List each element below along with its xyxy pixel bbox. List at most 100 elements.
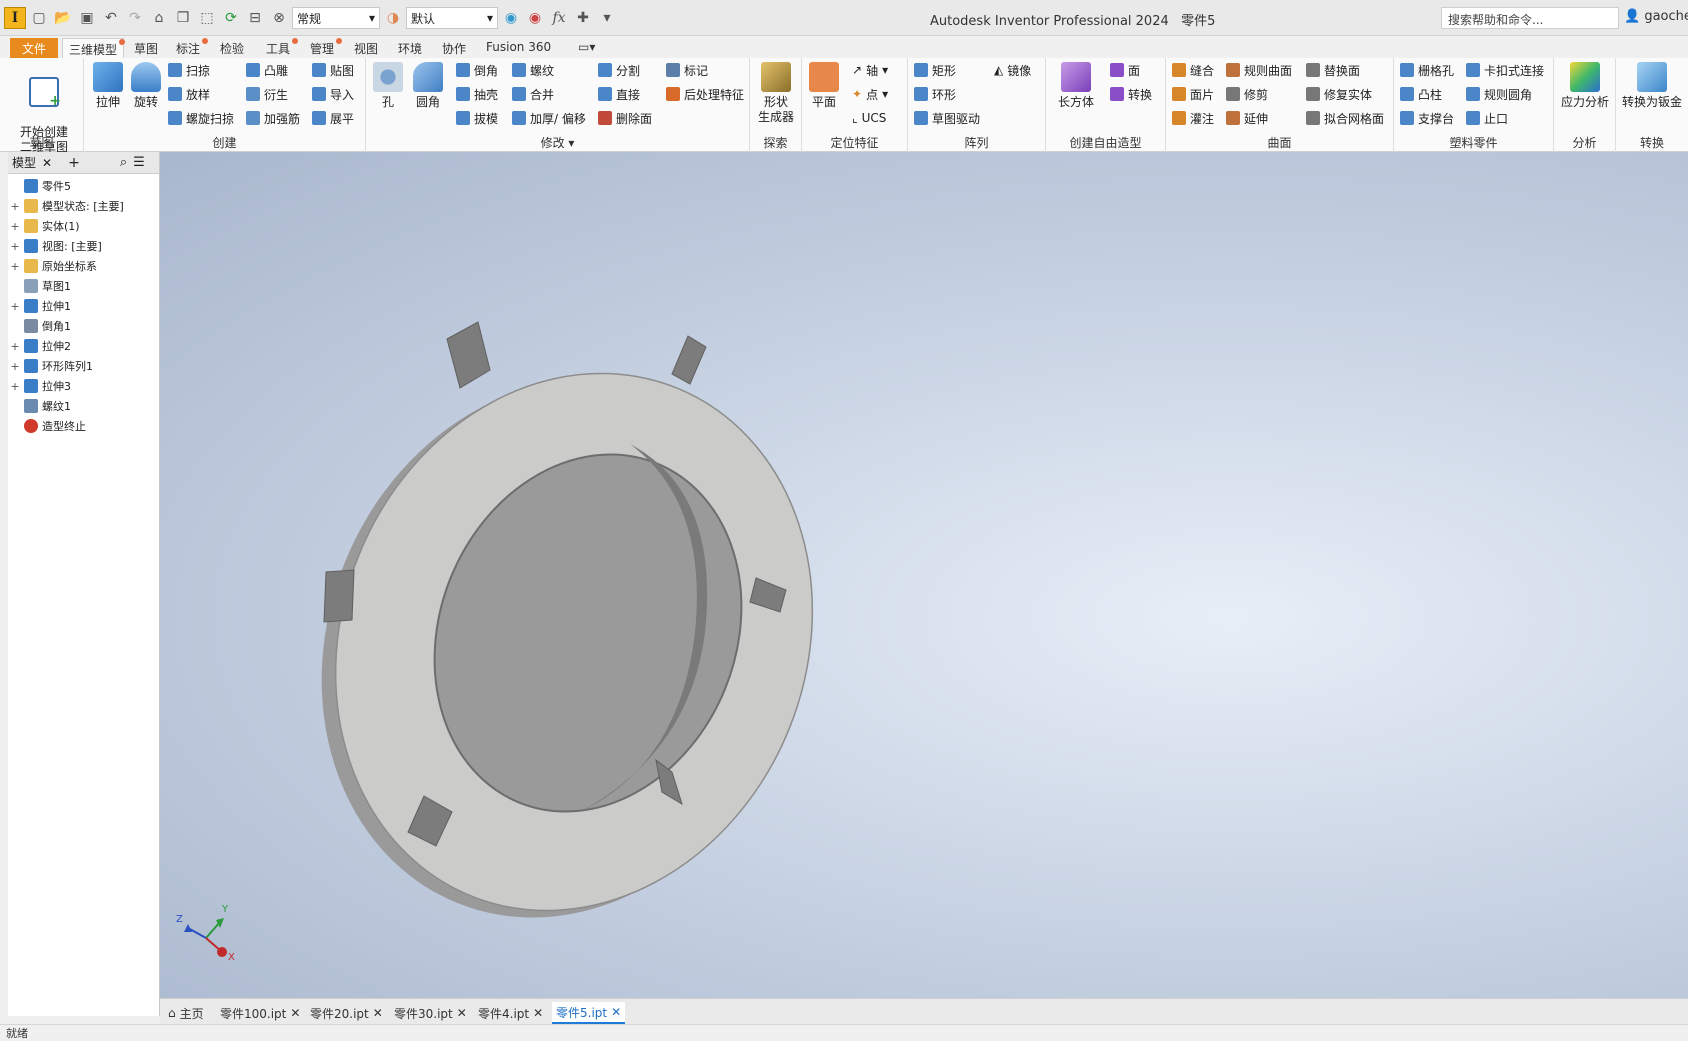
home-tab[interactable]: ⌂ 主页 [164, 1002, 208, 1024]
expand-toggle-icon[interactable]: + [10, 300, 20, 313]
freeform-face-button[interactable]: 面 [1110, 60, 1140, 80]
tab-file[interactable]: 文件 [10, 38, 59, 58]
stress-analysis-button[interactable]: 应力分析 [1556, 62, 1614, 110]
tab-view[interactable]: 视图 [348, 38, 384, 58]
color-icon[interactable]: ◑ [382, 7, 404, 29]
revolve-button[interactable]: 旋转 [128, 62, 164, 110]
sweep-button[interactable]: 扫掠 [168, 60, 210, 80]
fillet-button[interactable]: 圆角 [410, 62, 446, 110]
tab-environment[interactable]: 环境 [392, 38, 428, 58]
tree-node[interactable]: 造型终止 [8, 416, 159, 436]
mark-button[interactable]: 标记 [666, 60, 708, 80]
style-combo[interactable]: 常规 ▾ [292, 7, 380, 29]
panel-toggle-icon[interactable]: ▭▾ [572, 38, 601, 58]
copy-icon[interactable]: ❐ [172, 7, 194, 29]
tab-3d-model[interactable]: 三维模型 [62, 38, 126, 58]
add-icon[interactable]: ✚ [572, 7, 594, 29]
tree-node[interactable]: 草图1 [8, 276, 159, 296]
tab-collaborate[interactable]: 协作 [436, 38, 472, 58]
repair-body-button[interactable]: 修复实体 [1306, 84, 1372, 104]
post-feature-button[interactable]: 后处理特征 [666, 84, 744, 104]
graphics-viewport[interactable]: Y Z X [160, 152, 1688, 998]
direct-button[interactable]: 直接 [598, 84, 640, 104]
material-icon[interactable]: ⊗ [268, 7, 290, 29]
expand-toggle-icon[interactable]: + [10, 220, 20, 233]
split-button[interactable]: 分割 [598, 60, 640, 80]
select-icon[interactable]: ⬚ [196, 7, 218, 29]
derive-button[interactable]: 衍生 [246, 84, 288, 104]
clear-appearance-icon[interactable]: ◉ [524, 7, 546, 29]
add-icon[interactable]: + [68, 155, 80, 171]
panel-title-modify[interactable]: 修改 ▾ [366, 134, 749, 151]
axis-button[interactable]: ↗ 轴 ▾ [852, 60, 888, 80]
measure-icon[interactable]: ⊟ [244, 7, 266, 29]
tree-node[interactable]: + 视图: [主要] [8, 236, 159, 256]
fit-mesh-button[interactable]: 拟合网格面 [1306, 108, 1384, 128]
patch-button[interactable]: 面片 [1172, 84, 1214, 104]
close-icon[interactable]: ✕ [290, 1006, 300, 1020]
close-icon[interactable]: ✕ [457, 1006, 467, 1020]
combine-button[interactable]: 合并 [512, 84, 554, 104]
tab-manage[interactable]: 管理 [304, 38, 343, 58]
import-button[interactable]: 导入 [312, 84, 354, 104]
tab-tools[interactable]: 工具 [260, 38, 299, 58]
tree-node[interactable]: 零件5 [8, 176, 159, 196]
shell-button[interactable]: 抽壳 [456, 84, 498, 104]
boss-button[interactable]: 凸柱 [1400, 84, 1442, 104]
extrude-button[interactable]: 拉伸 [90, 62, 126, 110]
undo-icon[interactable]: ↶ [100, 7, 122, 29]
home-icon[interactable]: ⌂ [148, 7, 170, 29]
tree-node[interactable]: + 模型状态: [主要] [8, 196, 159, 216]
doc-tab[interactable]: 零件30.ipt ✕ [390, 1002, 471, 1024]
expand-toggle-icon[interactable]: + [10, 360, 20, 373]
doc-tab[interactable]: 零件20.ipt ✕ [306, 1002, 387, 1024]
tab-sketch[interactable]: 草图 [128, 38, 164, 58]
user-account[interactable]: 👤 gaoche [1624, 9, 1688, 24]
redo-icon[interactable]: ↷ [124, 7, 146, 29]
tab-fusion-360[interactable]: Fusion 360 [480, 38, 557, 58]
menu-icon[interactable]: ☰ [133, 155, 145, 170]
loft-button[interactable]: 放样 [168, 84, 210, 104]
decal-button[interactable]: 贴图 [312, 60, 354, 80]
close-icon[interactable]: ✕ [42, 156, 52, 170]
draft-button[interactable]: 拔模 [456, 108, 498, 128]
box-button[interactable]: 长方体 [1056, 62, 1096, 110]
tree-node[interactable]: 螺纹1 [8, 396, 159, 416]
browser-tab-model[interactable]: 模型 [12, 154, 36, 171]
expand-toggle-icon[interactable]: + [10, 200, 20, 213]
thread-button[interactable]: 螺纹 [512, 60, 554, 80]
rib-button[interactable]: 加强筋 [246, 108, 300, 128]
sculpt-button[interactable]: 灌注 [1172, 108, 1214, 128]
thicken-button[interactable]: 加厚/ 偏移 [512, 108, 586, 128]
expand-toggle-icon[interactable]: + [10, 240, 20, 253]
coil-button[interactable]: 螺旋扫掠 [168, 108, 234, 128]
tab-inspect[interactable]: 检验 [214, 38, 250, 58]
emboss-button[interactable]: 凸雕 [246, 60, 288, 80]
doc-tab-active[interactable]: 零件5.ipt ✕ [552, 1002, 626, 1024]
shape-generator-button[interactable]: 形状 生成器 [754, 62, 798, 125]
convert-to-sheet-metal-button[interactable]: 转换为钣金 [1618, 62, 1686, 110]
convert-button[interactable]: 转换 [1110, 84, 1152, 104]
hole-button[interactable]: 孔 [370, 62, 406, 110]
close-icon[interactable]: ✕ [373, 1006, 383, 1020]
rest-button[interactable]: 支撑台 [1400, 108, 1454, 128]
open-file-icon[interactable]: 📂 [52, 7, 74, 29]
tree-node[interactable]: + 拉伸1 [8, 296, 159, 316]
tree-node[interactable]: + 环形阵列1 [8, 356, 159, 376]
save-icon[interactable]: ▣ [76, 7, 98, 29]
chamfer-button[interactable]: 倒角 [456, 60, 498, 80]
customize-icon[interactable]: ▾ [596, 7, 618, 29]
close-icon[interactable]: ✕ [533, 1006, 543, 1020]
tree-node[interactable]: + 原始坐标系 [8, 256, 159, 276]
parameters-icon[interactable]: fx [548, 7, 570, 29]
expand-toggle-icon[interactable]: + [10, 380, 20, 393]
expand-toggle-icon[interactable]: + [10, 340, 20, 353]
tree-node[interactable]: + 实体(1) [8, 216, 159, 236]
point-button[interactable]: ✦ 点 ▾ [852, 84, 888, 104]
circ-pattern-button[interactable]: 环形 [914, 84, 956, 104]
appearance-override-icon[interactable]: ◉ [500, 7, 522, 29]
grill-button[interactable]: 栅格孔 [1400, 60, 1454, 80]
extend-button[interactable]: 延伸 [1226, 108, 1268, 128]
search-icon[interactable]: ⌕ [120, 155, 127, 170]
view-triad[interactable]: Y Z X [176, 904, 235, 963]
